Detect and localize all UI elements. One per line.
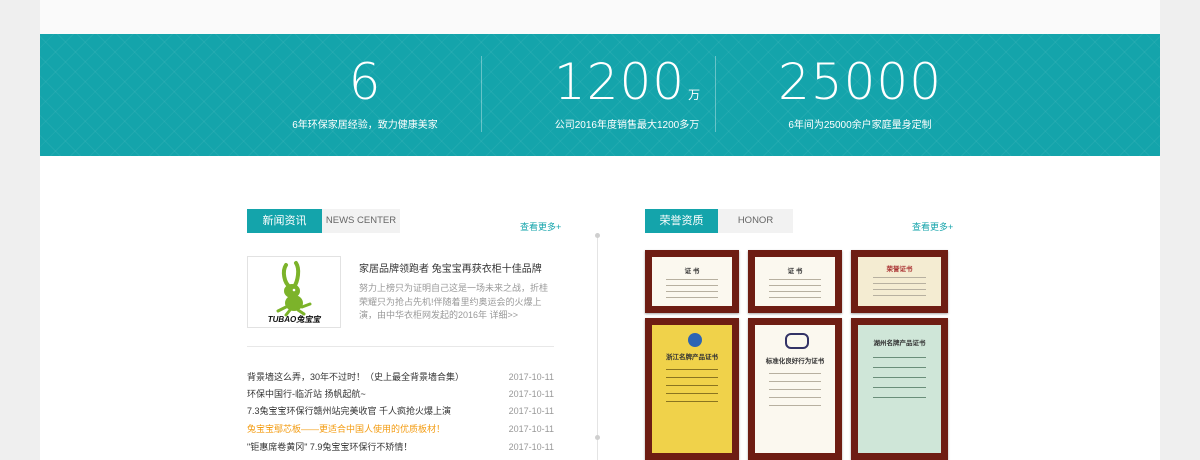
right-margin [1160, 0, 1200, 460]
certificate-image[interactable]: 荣誉证书 [851, 250, 948, 313]
stats-band: 6 6年环保家居经验，致力健康美家 1200 万 公司2016年度销售最大1200… [40, 34, 1160, 156]
news-more-link[interactable]: 查看更多+ [520, 220, 561, 233]
certificate-image[interactable]: 浙江名牌产品证书 [645, 318, 739, 460]
certificate-image[interactable]: 标准化良好行为证书 [748, 318, 842, 460]
tab-news[interactable]: 新闻资讯 [247, 209, 322, 233]
top-banner-strip [40, 0, 1160, 34]
tab-news-center[interactable]: NEWS CENTER [322, 209, 400, 233]
certificate-image[interactable]: 证 书 [748, 250, 842, 313]
news-item-title[interactable]: 兔宝宝鄢芯板——更适合中国人使用的优质板材！ [247, 421, 445, 438]
news-list-item[interactable]: "钜惠席卷黄冈" 7.9兔宝宝环保行不矫情！ 2017-10-11 [247, 439, 554, 456]
divider [247, 346, 554, 347]
news-item-date: 2017-10-11 [508, 424, 554, 434]
stat-years: 6 6年环保家居经验，致力健康美家 [250, 34, 480, 156]
news-item-title[interactable]: 环保中国行-临沂站 扬帆起航~ [247, 386, 366, 403]
news-list-item[interactable]: 环保中国行-临沂站 扬帆起航~ 2017-10-11 [247, 386, 554, 403]
certificate-title: 证 书 [787, 268, 803, 275]
stat-number: 6 [348, 53, 382, 111]
certificate-title: 湖州名牌产品证书 [873, 340, 926, 347]
news-item-title[interactable]: "钜惠席卷黄冈" 7.9兔宝宝环保行不矫情！ [247, 439, 412, 456]
logo-text: TUBAO兔宝宝 [267, 315, 321, 324]
certificate-image[interactable]: 证 书 [645, 250, 739, 313]
stat-number: 25000 [777, 53, 943, 111]
news-item-title[interactable]: 7.3兔宝宝环保行赣州站完美收官 千人疯抢火爆上演 [247, 403, 451, 420]
stat-divider [715, 56, 716, 132]
tab-honor[interactable]: 荣誉资质 [645, 209, 718, 233]
certificate-title: 标准化良好行为证书 [765, 358, 825, 365]
featured-news-desc: 努力上榜只为证明自己这是一场未来之战，折桂荣耀只为抢占先机!伴随着里约奥运会的火… [359, 283, 549, 320]
stat-caption: 6年间为25000余户家庭量身定制 [788, 120, 932, 131]
featured-news-thumbnail[interactable]: TUBAO兔宝宝 [247, 256, 341, 328]
stat-divider [481, 56, 482, 132]
certificate-title: 证 书 [684, 268, 700, 275]
news-list-item[interactable]: 兔宝宝鄢芯板——更适合中国人使用的优质板材！ 2017-10-11 [247, 421, 554, 438]
certificate-title: 荣誉证书 [886, 266, 913, 273]
stat-caption: 6年环保家居经验，致力健康美家 [292, 120, 438, 131]
featured-news-detail-link[interactable]: 详细>> [490, 310, 519, 320]
left-margin [0, 0, 40, 460]
honor-tab-header: 荣誉资质 HONOR [645, 209, 795, 233]
news-item-title[interactable]: 背景墙这么弄，30年不过时！（史上最全背景墙合集） [247, 369, 464, 386]
news-tab-header: 新闻资讯 NEWS CENTER [247, 209, 400, 233]
news-item-date: 2017-10-11 [508, 442, 554, 452]
featured-news-title[interactable]: 家居品牌领跑者 兔宝宝再获衣柜十佳品牌 [359, 260, 542, 275]
center-divider [597, 235, 598, 460]
emblem-icon [688, 333, 702, 347]
news-list-item[interactable]: 背景墙这么弄，30年不过时！（史上最全背景墙合集） 2017-10-11 [247, 369, 554, 386]
news-item-date: 2017-10-11 [508, 372, 554, 382]
divider-dot [595, 233, 600, 238]
tab-honor-en[interactable]: HONOR [718, 209, 793, 233]
news-list-item[interactable]: 7.3兔宝宝环保行赣州站完美收官 千人疯抢火爆上演 2017-10-11 [247, 403, 554, 420]
certificate-image[interactable]: 湖州名牌产品证书 [851, 318, 948, 460]
stat-unit: 万 [688, 88, 701, 102]
news-item-date: 2017-10-11 [508, 389, 554, 399]
content-area: 新闻资讯 NEWS CENTER 查看更多+ TUBAO兔宝宝 家居品牌领跑者 … [40, 156, 1160, 460]
news-item-date: 2017-10-11 [508, 406, 554, 416]
emblem-icon [785, 333, 809, 349]
certificate-title: 浙江名牌产品证书 [666, 354, 718, 361]
stat-households: 25000 6年间为25000余户家庭量身定制 [740, 34, 980, 156]
divider-dot [595, 435, 600, 440]
honor-more-link[interactable]: 查看更多+ [912, 220, 953, 233]
